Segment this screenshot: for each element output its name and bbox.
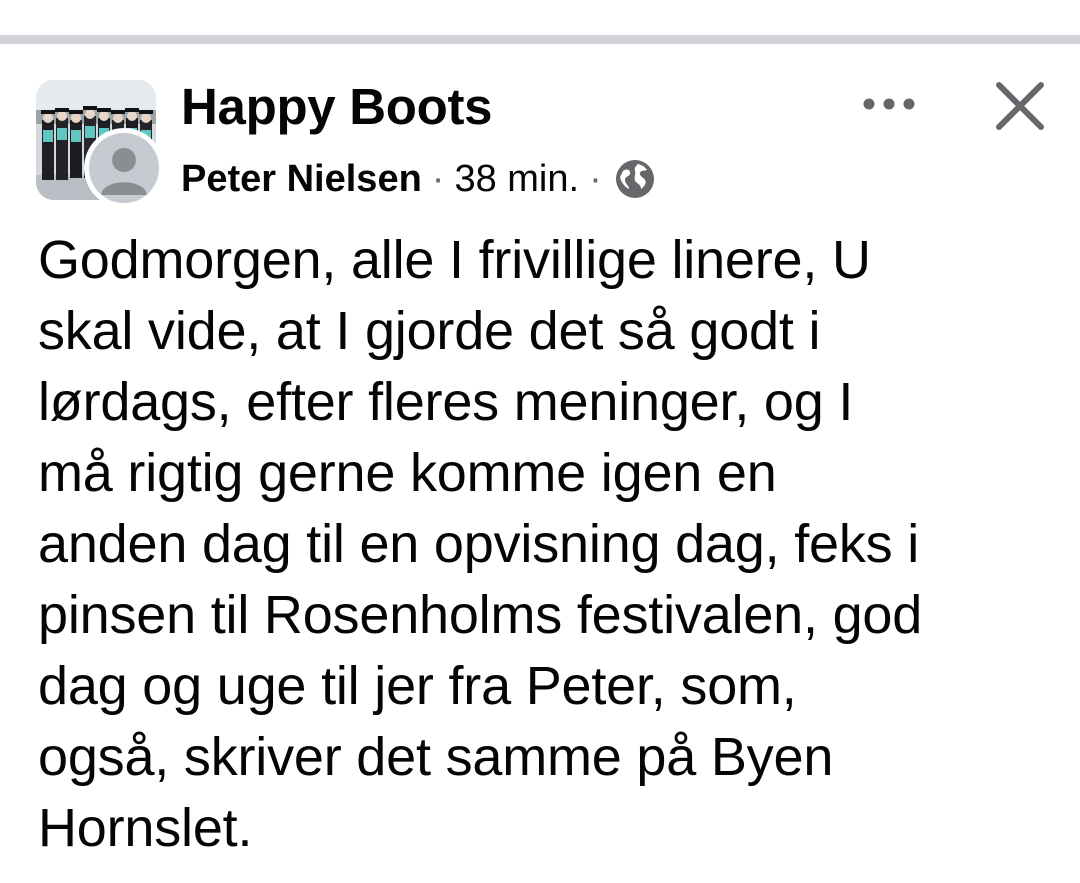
meta-separator: · [431, 158, 445, 200]
post-screen: Happy Boots Peter Nielsen · 38 min. · Go… [0, 0, 1080, 883]
author-name-link[interactable]: Peter Nielsen [181, 154, 422, 204]
top-divider [0, 35, 1080, 44]
default-profile-icon [89, 133, 159, 203]
post-timestamp[interactable]: 38 min. [454, 154, 579, 204]
post-meta: Peter Nielsen · 38 min. · [181, 154, 656, 204]
close-icon [996, 82, 1044, 130]
author-avatar[interactable] [84, 128, 164, 208]
more-horizontal-icon [863, 98, 915, 110]
post-header: Happy Boots Peter Nielsen · 38 min. · [0, 44, 1080, 224]
group-name-link[interactable]: Happy Boots [181, 78, 493, 136]
globe-icon [614, 158, 656, 200]
meta-separator: · [589, 158, 602, 200]
post-body-text: Godmorgen, alle I frivillige linere, U s… [38, 230, 923, 858]
more-options-button[interactable] [852, 80, 926, 128]
close-button[interactable] [986, 72, 1054, 140]
